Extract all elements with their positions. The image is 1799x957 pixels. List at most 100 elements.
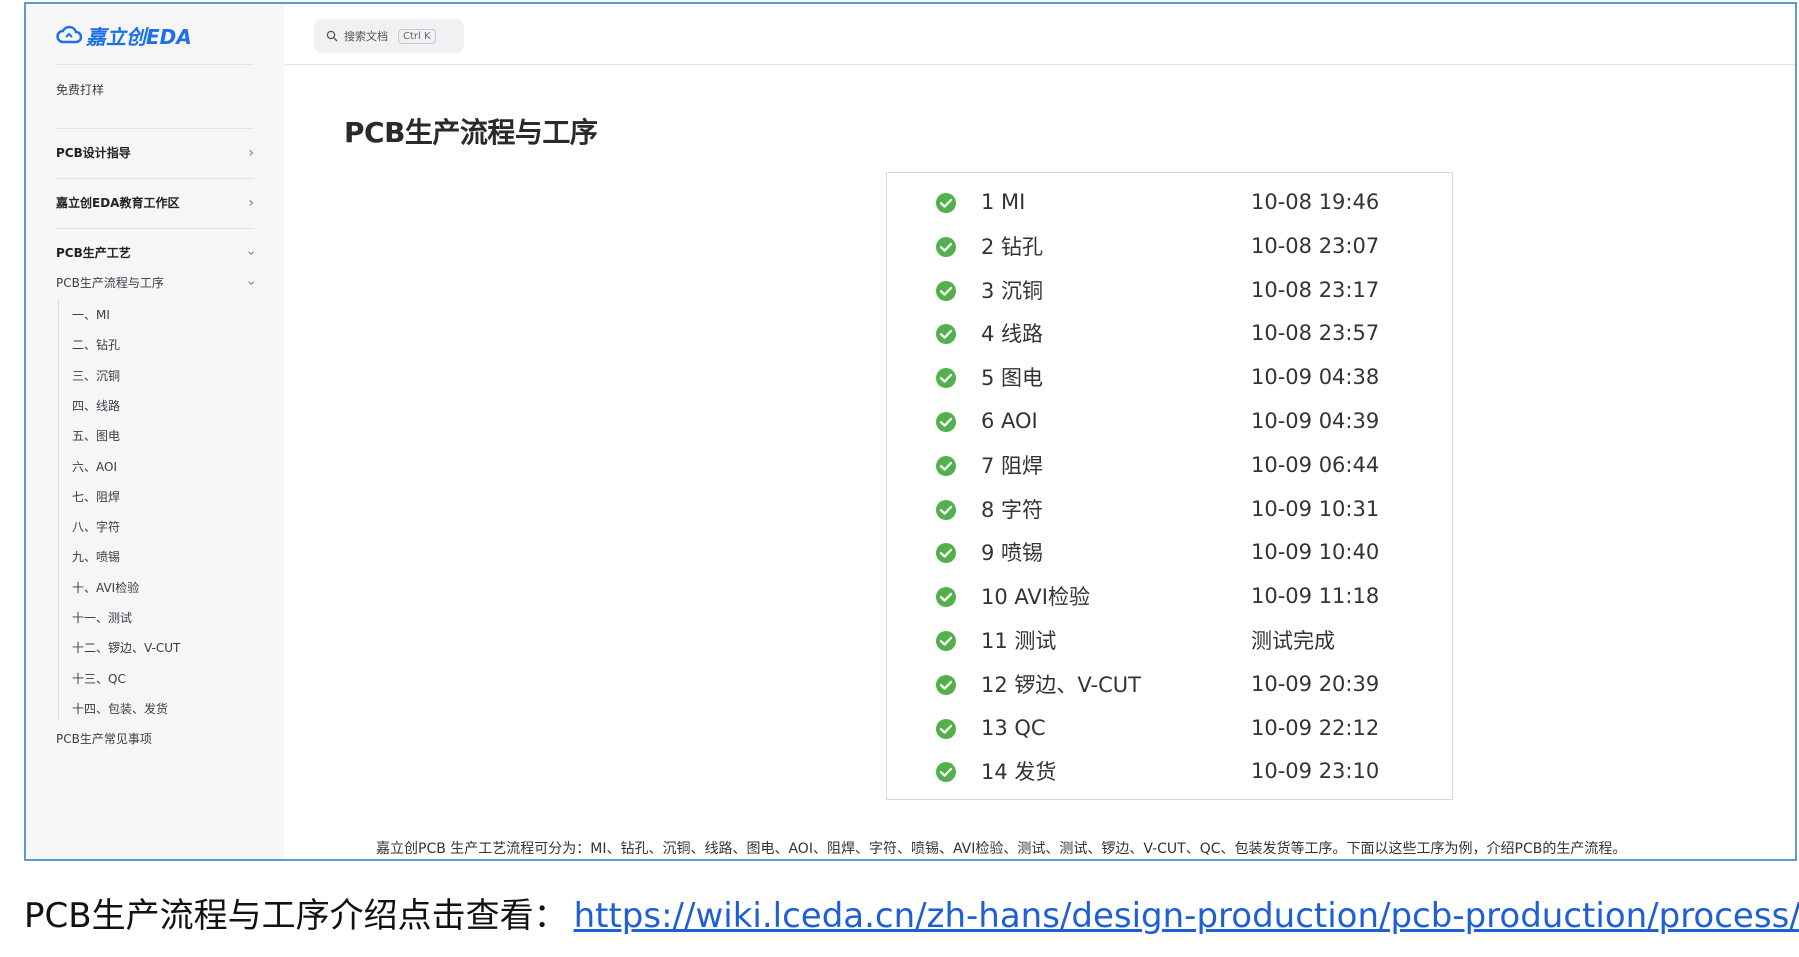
sidebar-tree-item[interactable]: 八、字符 <box>72 518 120 535</box>
step-time: 10-09 22:12 <box>1251 715 1380 740</box>
page-title: PCB生产流程与工序 <box>344 116 598 149</box>
step-name: 11 测试 <box>981 629 1057 653</box>
check-circle-icon <box>936 587 956 608</box>
sidebar-tree-item[interactable]: 十二、锣边、V-CUT <box>72 639 180 656</box>
chevron-right-icon: › <box>248 144 254 161</box>
sidebar-tree-item[interactable]: 二、钻孔 <box>72 336 120 353</box>
step-time: 10-09 04:38 <box>1251 365 1380 390</box>
sidebar-tree-item[interactable]: 七、阻焊 <box>72 488 120 505</box>
step-time: 10-09 04:39 <box>1251 409 1380 433</box>
process-step-row: 3 沉铜 10-08 23:17 <box>887 275 1452 305</box>
process-step-row: 8 字符 10-09 10:31 <box>887 494 1452 524</box>
process-step-row: 7 阻焊 10-09 06:44 <box>887 450 1452 480</box>
step-time: 10-09 23:10 <box>1251 759 1380 784</box>
sidebar-tree-item[interactable]: 一、MI <box>72 306 110 323</box>
step-time: 10-09 10:40 <box>1251 540 1380 565</box>
bottom-note: PCB生产流程与工序介绍点击查看： https://wiki.lceda.cn/z… <box>24 888 1799 937</box>
sidebar-tree-item[interactable]: 四、线路 <box>72 397 120 414</box>
step-time: 10-08 23:57 <box>1251 321 1380 346</box>
search-icon <box>326 30 338 42</box>
subsection-label: PCB生产流程与工序 <box>56 276 164 290</box>
check-circle-icon <box>936 280 956 301</box>
sidebar-tree-item[interactable]: 五、图电 <box>72 427 120 444</box>
step-name: 6 AOI <box>981 409 1038 433</box>
sidebar-tree-item[interactable]: 三、沉铜 <box>72 367 120 384</box>
process-step-row: 11 测试 测试完成 <box>887 625 1452 655</box>
sidebar-section-pcb-design[interactable]: PCB设计指导 › <box>56 144 254 161</box>
section-label: PCB设计指导 <box>56 146 131 160</box>
sidebar-tree-item[interactable]: 十、AVI检验 <box>72 579 139 596</box>
step-name: 5 图电 <box>981 366 1044 391</box>
check-circle-icon <box>936 324 956 345</box>
process-step-row: 6 AOI 10-09 04:39 <box>887 406 1452 436</box>
process-step-row: 1 MI 10-08 19:46 <box>887 187 1452 217</box>
free-proto-link[interactable]: 免费打样 <box>56 81 104 98</box>
sidebar-item-common-issues[interactable]: PCB生产常见事项 <box>56 730 152 747</box>
intro-caption: 嘉立创PCB 生产工艺流程可分为：MI、钻孔、沉铜、线路、图电、AOI、阻焊、字… <box>376 841 1627 857</box>
check-circle-icon <box>936 368 956 389</box>
step-name: 7 阻焊 <box>981 453 1044 478</box>
check-circle-icon <box>936 762 956 783</box>
chevron-down-icon: › <box>243 279 260 286</box>
step-time: 10-09 10:31 <box>1251 496 1380 521</box>
divider <box>56 64 254 65</box>
sidebar-tree-item[interactable]: 六、AOI <box>72 458 117 475</box>
step-name: 12 锣边、V-CUT <box>981 672 1141 697</box>
step-name: 14 发货 <box>981 760 1057 785</box>
check-circle-icon <box>936 499 956 520</box>
logo[interactable]: 嘉立创EDA <box>56 20 192 50</box>
step-name: 13 QC <box>981 715 1046 740</box>
chevron-right-icon: › <box>248 194 254 211</box>
tree-guide-line <box>58 300 59 720</box>
shortcut-badge: Ctrl K <box>398 28 436 44</box>
sidebar-section-pcb-process[interactable]: PCB生产工艺 › <box>56 244 259 261</box>
check-circle-icon <box>936 455 956 476</box>
check-circle-icon <box>936 193 956 213</box>
process-step-row: 12 锣边、V-CUT 10-09 20:39 <box>887 669 1452 699</box>
step-time: 测试完成 <box>1251 629 1335 653</box>
logo-text: 嘉立创EDA <box>86 24 192 49</box>
sidebar-tree-item[interactable]: 十四、包装、发货 <box>72 700 168 717</box>
step-time: 10-09 20:39 <box>1251 671 1380 696</box>
check-circle-icon <box>936 674 956 695</box>
process-steps-panel: 1 MI 10-08 19:46 2 钻孔 10-08 23:07 3 沉铜 10-08 … <box>886 172 1453 800</box>
process-step-row: 2 钻孔 10-08 23:07 <box>887 231 1452 261</box>
check-circle-icon <box>936 236 956 257</box>
sidebar-tree-item[interactable]: 十三、QC <box>72 670 126 687</box>
sidebar-section-edu-workspace[interactable]: 嘉立创EDA教育工作区 › <box>56 194 254 211</box>
chevron-down-icon: › <box>243 249 260 256</box>
step-time: 10-08 23:17 <box>1251 277 1380 302</box>
process-step-row: 13 QC 10-09 22:12 <box>887 713 1452 743</box>
bottom-label: PCB生产流程与工序介绍点击查看： <box>24 896 568 936</box>
cloud-logo-icon <box>56 25 82 44</box>
divider <box>56 128 254 129</box>
search-placeholder: 搜索文档 <box>344 30 388 43</box>
sidebar: 嘉立创EDA 免费打样 PCB设计指导 › 嘉立创EDA教育工作区 › PCB生… <box>26 4 284 859</box>
step-time: 10-09 06:44 <box>1251 452 1380 477</box>
search-button[interactable]: 搜索文档 Ctrl K <box>314 19 464 53</box>
step-name: 10 AVI检验 <box>981 585 1090 610</box>
browser-frame: 嘉立创EDA 免费打样 PCB设计指导 › 嘉立创EDA教育工作区 › PCB生… <box>24 2 1797 861</box>
check-circle-icon <box>936 718 956 739</box>
sidebar-tree-item[interactable]: 九、喷锡 <box>72 548 120 565</box>
check-circle-icon <box>936 543 956 564</box>
step-time: 10-09 11:18 <box>1251 584 1380 609</box>
step-name: 8 字符 <box>981 497 1044 522</box>
process-step-row: 10 AVI检验 10-09 11:18 <box>887 581 1452 611</box>
step-name: 9 喷锡 <box>981 541 1044 566</box>
sidebar-tree-item[interactable]: 十一、测试 <box>72 609 132 626</box>
divider <box>56 178 254 179</box>
step-time: 10-08 19:46 <box>1251 190 1380 214</box>
process-step-row: 4 线路 10-08 23:57 <box>887 318 1452 348</box>
step-name: 1 MI <box>981 190 1026 214</box>
step-name: 4 线路 <box>981 322 1044 347</box>
process-step-row: 9 喷锡 10-09 10:40 <box>887 537 1452 567</box>
process-step-row: 14 发货 10-09 23:10 <box>887 756 1452 786</box>
top-bar: 搜索文档 Ctrl K <box>284 4 1795 65</box>
process-step-row: 5 图电 10-09 04:38 <box>887 362 1452 392</box>
step-name: 2 钻孔 <box>981 234 1044 259</box>
process-link[interactable]: https://wiki.lceda.cn/zh-hans/design-pro… <box>574 896 1799 936</box>
sidebar-subsection-flow[interactable]: PCB生产流程与工序 › <box>56 274 259 291</box>
section-label: PCB生产工艺 <box>56 246 131 260</box>
divider <box>56 228 254 229</box>
